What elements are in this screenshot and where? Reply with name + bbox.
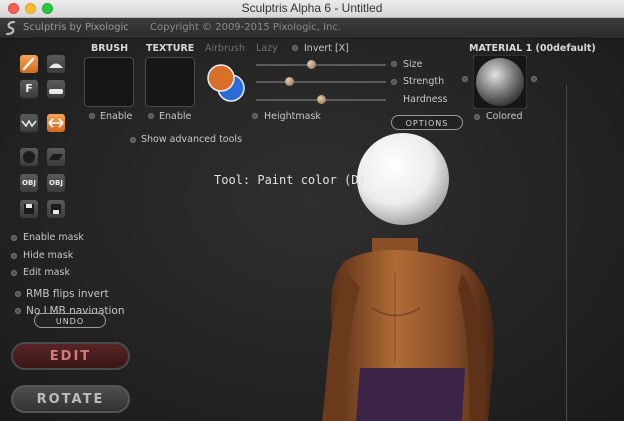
wave-icon (21, 119, 37, 128)
brush-enable-radio[interactable] (89, 113, 95, 119)
obj-import-icon: OBJ (22, 179, 36, 187)
texture-enable-radio[interactable] (148, 113, 154, 119)
window-title: Sculptris Alpha 6 - Untitled (241, 1, 383, 15)
hardness-label: Hardness (403, 94, 448, 105)
swap-arrows-icon (48, 118, 64, 128)
lazy-toggle[interactable]: Lazy (256, 43, 278, 54)
save-icon (24, 204, 34, 214)
hide-mask-label: Hide mask (23, 250, 74, 261)
tool-status: Tool: Paint color (D) (214, 173, 366, 187)
brush-preview[interactable] (84, 57, 134, 107)
material-title: MATERIAL 1 (00default) (469, 43, 596, 54)
app-canvas[interactable]: Sculptris by Pixologic Copyright © 2009-… (0, 18, 624, 421)
brush-label: BRUSH (91, 43, 129, 54)
mask-paint-tool[interactable] (46, 79, 66, 99)
colored-label: Colored (486, 111, 523, 122)
invert-label: Invert [X] (304, 43, 349, 54)
texture-enable-label: Enable (159, 111, 192, 122)
texture-label: TEXTURE (146, 43, 195, 54)
heightmask-radio[interactable] (252, 113, 258, 119)
color-picker[interactable] (206, 64, 246, 102)
undo-button[interactable]: UNDO (34, 313, 106, 328)
bump-tool[interactable] (46, 54, 66, 74)
load-tool[interactable] (46, 199, 66, 219)
hide-mask-radio[interactable] (11, 253, 17, 259)
smear-icon (49, 89, 63, 94)
material-sphere-icon (476, 58, 524, 106)
material-right-handle[interactable] (531, 76, 537, 82)
heightmask-label: Heightmask (264, 111, 321, 122)
f-icon: F (25, 82, 33, 95)
show-advanced-radio[interactable] (130, 137, 136, 143)
size-radio[interactable] (391, 61, 397, 67)
strength-label: Strength (403, 76, 445, 87)
paint-brush-icon (22, 57, 35, 71)
airbrush-toggle[interactable]: Airbrush (205, 43, 245, 54)
size-slider[interactable] (256, 60, 386, 69)
hardness-slider[interactable] (256, 95, 386, 104)
sphere-icon (23, 151, 35, 163)
flat-color-tool[interactable]: F (19, 79, 39, 99)
enable-mask-radio[interactable] (11, 235, 17, 241)
show-advanced-label: Show advanced tools (141, 134, 243, 145)
obj-export-tool[interactable]: OBJ (46, 173, 66, 193)
load-icon (51, 204, 61, 214)
sculptris-window: Sculptris Alpha 6 - Untitled Sculptris b… (0, 0, 624, 421)
edit-mask-radio[interactable] (11, 270, 17, 276)
paint-brush-tool[interactable] (19, 54, 39, 74)
title-bar: Sculptris Alpha 6 - Untitled (0, 0, 624, 18)
save-tool[interactable] (19, 199, 39, 219)
edit-button[interactable]: EDIT (11, 342, 130, 370)
invert-radio[interactable] (292, 45, 298, 51)
wave-tool[interactable] (19, 113, 39, 133)
primary-color-swatch[interactable] (207, 64, 235, 92)
bump-icon (49, 63, 63, 68)
no-lmb-radio[interactable] (15, 308, 21, 314)
options-button[interactable]: OPTIONS (391, 115, 463, 130)
strength-slider[interactable] (256, 77, 386, 86)
plane-icon (49, 154, 63, 160)
hardness-slider-knob[interactable] (317, 95, 326, 104)
sphere-tool[interactable] (19, 147, 39, 167)
material-preview[interactable] (473, 55, 527, 109)
material-left-handle[interactable] (462, 76, 468, 82)
size-slider-knob[interactable] (306, 60, 316, 69)
brush-enable-label: Enable (100, 111, 133, 122)
obj-export-icon: OBJ (49, 179, 63, 187)
size-label: Size (403, 59, 423, 70)
rmb-flips-radio[interactable] (15, 291, 21, 297)
strength-radio[interactable] (391, 79, 397, 85)
rotate-button[interactable]: ROTATE (11, 385, 130, 413)
texture-preview[interactable] (145, 57, 195, 107)
obj-import-tool[interactable]: OBJ (19, 173, 39, 193)
rmb-flips-label: RMB flips invert (26, 288, 109, 300)
colored-radio[interactable] (474, 114, 480, 120)
strength-slider-knob[interactable] (284, 77, 294, 86)
enable-mask-label: Enable mask (23, 232, 84, 243)
swap-tool[interactable] (46, 113, 66, 133)
edit-mask-label: Edit mask (23, 267, 70, 278)
plane-tool[interactable] (46, 147, 66, 167)
